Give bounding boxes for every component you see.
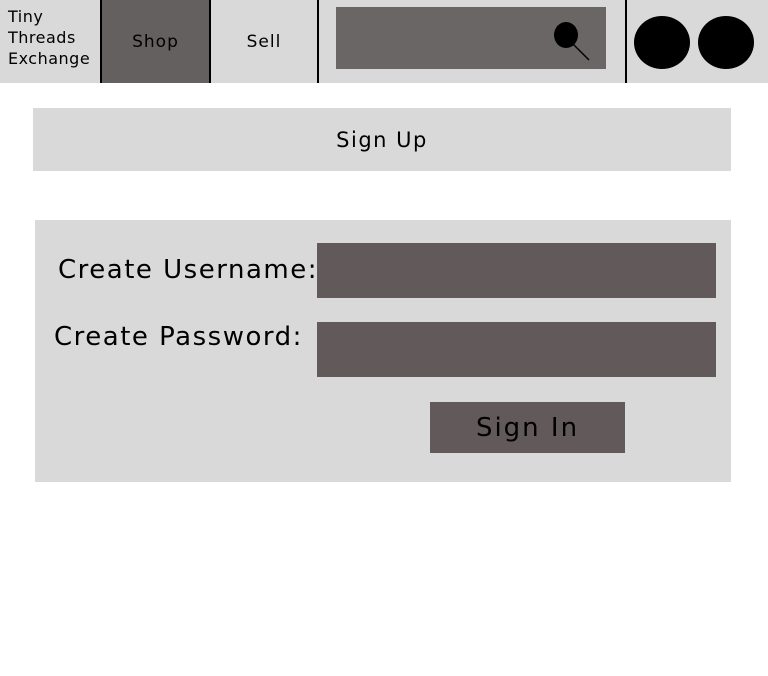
- username-field[interactable]: [317, 243, 716, 298]
- avatar-icon[interactable]: [698, 16, 754, 69]
- search-icon[interactable]: [552, 20, 592, 62]
- page-title: Sign Up: [33, 108, 731, 171]
- tab-sell[interactable]: Sell: [211, 0, 317, 83]
- top-navigation-bar: Tiny Threads Exchange Shop Sell: [0, 0, 768, 83]
- signup-form: Create Username: Create Password: Sign I…: [35, 220, 731, 482]
- nav-divider: [625, 0, 627, 83]
- password-field[interactable]: [317, 322, 716, 377]
- tab-shop[interactable]: Shop: [102, 0, 209, 83]
- brand-logo-text[interactable]: Tiny Threads Exchange: [8, 6, 100, 69]
- password-label: Create Password:: [54, 322, 303, 352]
- nav-divider: [317, 0, 319, 83]
- username-label: Create Username:: [58, 255, 318, 285]
- avatar-icon[interactable]: [634, 16, 690, 69]
- sign-in-button[interactable]: Sign In: [430, 402, 625, 453]
